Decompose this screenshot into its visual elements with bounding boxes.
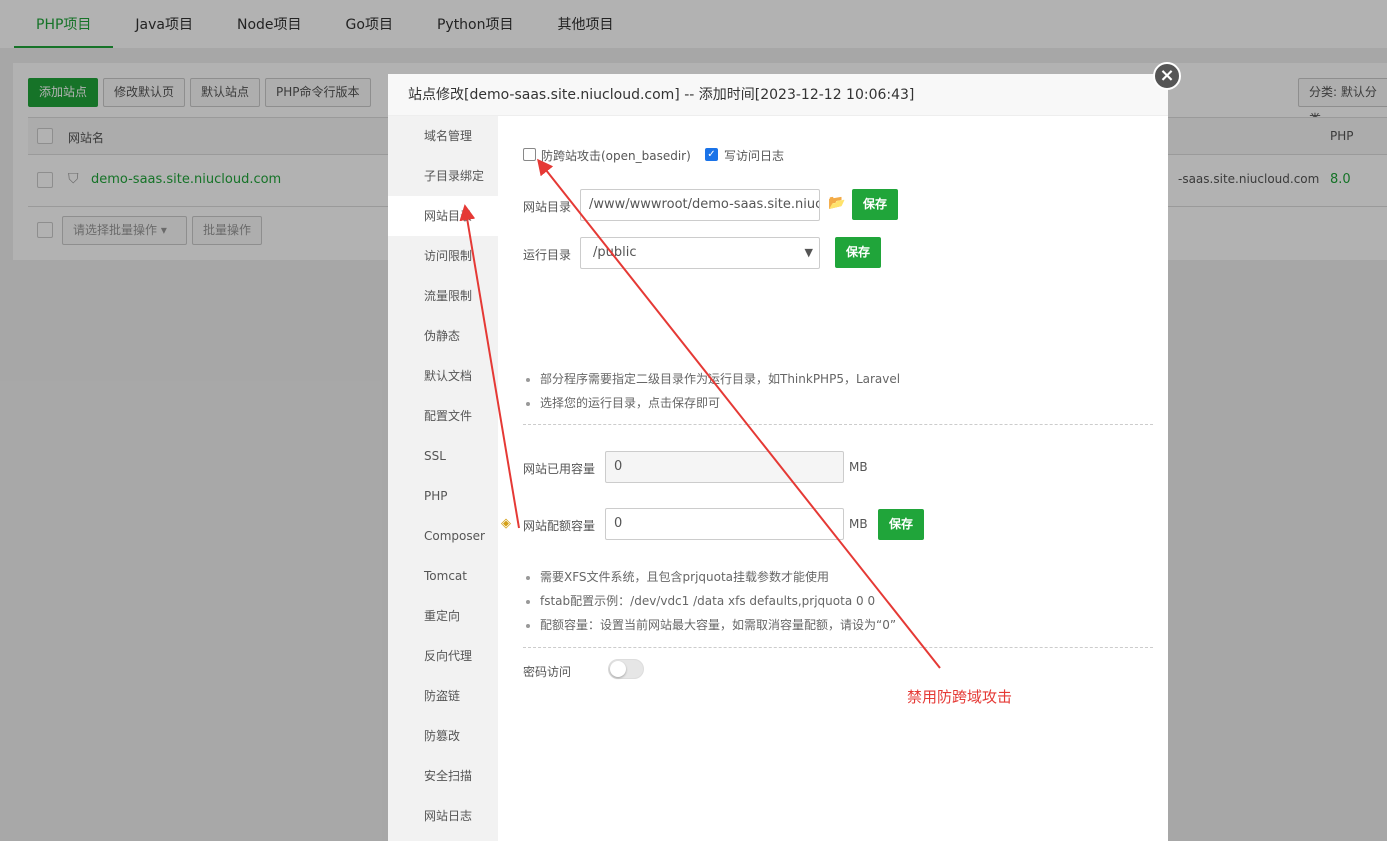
arrow-to-site-dir-tab bbox=[459, 204, 520, 529]
annotation-text: 禁用防跨域攻击 bbox=[907, 688, 1013, 706]
annotation-arrows bbox=[459, 158, 941, 669]
arrow-to-checkbox bbox=[537, 158, 941, 669]
